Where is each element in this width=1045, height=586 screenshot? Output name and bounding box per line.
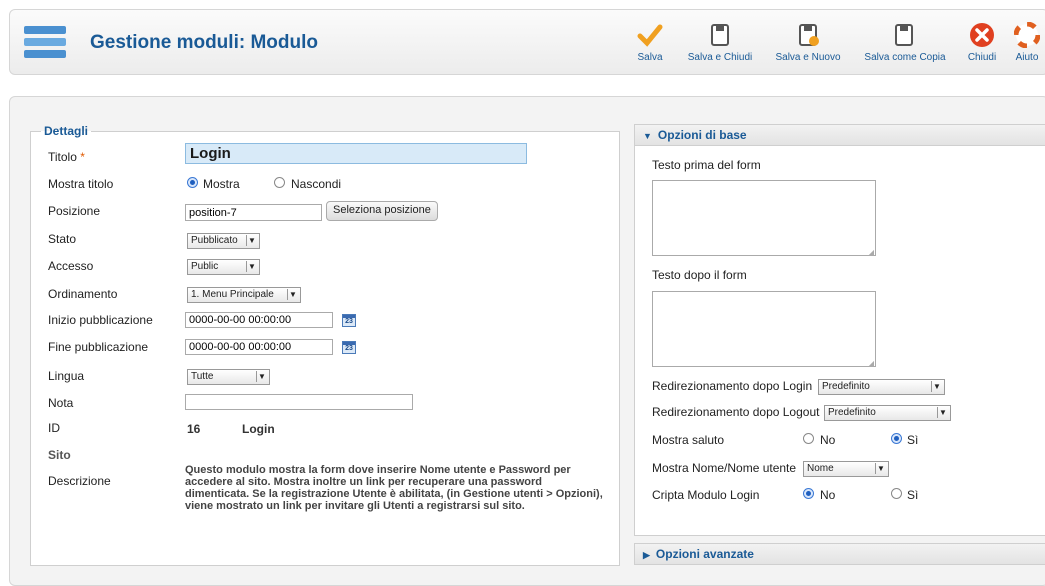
close-icon [970, 23, 994, 47]
chevron-down-icon: ▼ [937, 407, 948, 418]
checkmark-icon [637, 24, 663, 47]
chevron-down-icon: ▼ [875, 463, 886, 474]
state-select[interactable]: Pubblicato ▼ [187, 233, 260, 249]
position-label: Posizione [48, 204, 101, 218]
save-copy-button[interactable]: Salva come Copia [855, 22, 955, 63]
description-label: Descrizione [48, 474, 111, 488]
greeting-option-yes: Sì [907, 433, 919, 447]
triangle-down-icon: ▼ [643, 131, 652, 141]
access-label: Accesso [48, 259, 94, 273]
language-value: Tutte [191, 371, 214, 382]
save-button[interactable]: Salva [630, 22, 670, 63]
description-text: Questo modulo mostra la form dove inseri… [185, 464, 603, 512]
id-label: ID [48, 421, 60, 435]
encrypt-option-yes: Sì [907, 488, 919, 502]
posttext-textarea[interactable] [652, 291, 876, 368]
chevron-down-icon: ▼ [287, 289, 298, 300]
save-new-button[interactable]: Salva e Nuovo [768, 22, 848, 63]
module-manager-icon [24, 26, 66, 58]
save-close-button[interactable]: Salva e Chiudi [680, 22, 760, 63]
save-label: Salva [637, 52, 663, 63]
advanced-options-header[interactable]: ▶ Opzioni avanzate [635, 544, 1045, 564]
chevron-down-icon: ▼ [246, 235, 257, 246]
title-label: Titolo * [48, 150, 85, 164]
chevron-down-icon: ▼ [246, 261, 257, 272]
note-label: Nota [48, 396, 74, 410]
ordering-select[interactable]: 1. Menu Principale ▼ [187, 287, 301, 303]
publish-down-label: Fine pubblicazione [48, 340, 149, 354]
chevron-down-icon: ▼ [256, 371, 267, 382]
show-title-radio-show[interactable] [187, 177, 198, 188]
ordering-label: Ordinamento [48, 287, 118, 301]
state-label: Stato [48, 232, 77, 246]
greeting-label: Mostra saluto [652, 433, 725, 447]
help-label: Aiuto [1015, 52, 1039, 63]
help-button[interactable]: Aiuto [1010, 22, 1044, 63]
encrypt-label: Cripta Modulo Login [652, 488, 760, 502]
publish-up-label: Inizio pubblicazione [48, 313, 153, 327]
advanced-options-title: Opzioni avanzate [655, 547, 754, 561]
triangle-right-icon: ▶ [643, 550, 650, 560]
save-copy-label: Salva come Copia [864, 52, 946, 63]
calendar-icon[interactable]: 23 [342, 341, 356, 354]
publish-up-input[interactable] [185, 312, 333, 328]
details-legend: Dettagli [44, 124, 89, 138]
state-value: Pubblicato [191, 235, 238, 246]
required-mark: * [80, 150, 85, 164]
position-input[interactable] [185, 204, 322, 221]
id-name: Login [242, 422, 275, 436]
basic-options-title: Opzioni di base [657, 128, 747, 142]
language-label: Lingua [48, 369, 85, 383]
greeting-option-no: No [820, 433, 836, 447]
logout-redirect-label: Redirezionamento dopo Logout [652, 405, 820, 419]
id-value: 16 [187, 422, 201, 436]
title-input[interactable] [185, 143, 527, 164]
save-new-icon [799, 24, 819, 46]
show-name-value: Nome [807, 463, 834, 474]
show-name-select[interactable]: Nome ▼ [803, 461, 889, 477]
publish-down-input[interactable] [185, 339, 333, 355]
calendar-icon[interactable]: 23 [342, 314, 356, 327]
access-value: Public [191, 261, 219, 272]
encrypt-radio-no[interactable] [803, 488, 814, 499]
language-select[interactable]: Tutte ▼ [187, 369, 270, 385]
note-input[interactable] [185, 394, 413, 410]
save-close-label: Salva e Chiudi [687, 52, 753, 63]
close-label: Chiudi [967, 52, 997, 63]
posttext-label: Testo dopo il form [652, 268, 747, 282]
login-redirect-label: Redirezionamento dopo Login [652, 379, 813, 393]
encrypt-radio-yes[interactable] [891, 488, 902, 499]
show-name-label: Mostra Nome/Nome utente [652, 461, 797, 475]
show-title-option-show: Mostra [203, 177, 240, 191]
save-new-label: Salva e Nuovo [775, 52, 841, 63]
basic-options-header[interactable]: ▼ Opzioni di base [635, 125, 1045, 146]
ordering-value: 1. Menu Principale [191, 289, 274, 300]
advanced-options-panel: ▶ Opzioni avanzate [634, 543, 1045, 565]
lifebuoy-icon [1014, 22, 1040, 48]
pretext-label: Testo prima del form [652, 158, 761, 172]
login-redirect-value: Predefinito [822, 381, 870, 392]
logout-redirect-select[interactable]: Predefinito ▼ [824, 405, 951, 421]
chevron-down-icon: ▼ [931, 381, 942, 392]
select-position-button[interactable]: Seleziona posizione [326, 201, 438, 221]
login-redirect-select[interactable]: Predefinito ▼ [818, 379, 945, 395]
save-copy-icon [895, 24, 913, 46]
save-icon [711, 24, 729, 46]
logout-redirect-value: Predefinito [828, 407, 876, 418]
title-label-text: Titolo [48, 150, 77, 164]
pretext-textarea[interactable] [652, 180, 876, 257]
encrypt-option-no: No [820, 488, 836, 502]
greeting-radio-no[interactable] [803, 433, 814, 444]
page-title: Gestione moduli: Modulo [90, 32, 318, 53]
close-button[interactable]: Chiudi [962, 22, 1002, 63]
show-title-option-hide: Nascondi [291, 177, 342, 191]
access-select[interactable]: Public ▼ [187, 259, 260, 275]
show-title-radio-hide[interactable] [274, 177, 285, 188]
show-title-label: Mostra titolo [48, 177, 114, 191]
greeting-radio-yes[interactable] [891, 433, 902, 444]
site-label: Sito [48, 448, 71, 462]
